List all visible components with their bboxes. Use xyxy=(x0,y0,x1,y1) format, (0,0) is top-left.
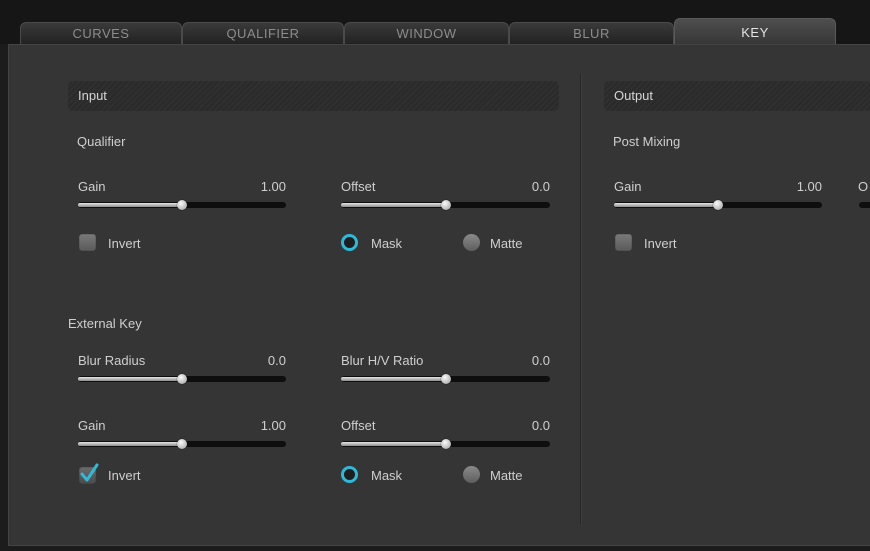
tab-bar: CURVES QUALIFIER WINDOW BLUR KEY xyxy=(0,0,870,45)
output-gain-value: 1.00 xyxy=(796,179,822,194)
slider-thumb[interactable] xyxy=(440,374,451,384)
qualifier-matte-radio[interactable] xyxy=(463,234,480,251)
slider-thumb[interactable] xyxy=(177,439,187,449)
external-invert-checkbox[interactable] xyxy=(79,463,99,484)
blur-radius-label: Blur Radius xyxy=(78,353,146,368)
output-gain-label: Gain xyxy=(614,179,642,194)
qualifier-offset-slider[interactable] xyxy=(341,199,550,211)
qualifier-invert-checkbox[interactable] xyxy=(79,234,96,251)
external-offset-label: Offset xyxy=(341,418,376,433)
qualifier-gain-value: 1.00 xyxy=(260,179,286,194)
slider-fill xyxy=(341,377,446,381)
qualifier-offset-value: 0.0 xyxy=(531,179,550,194)
output-gain-slider[interactable] xyxy=(614,199,822,211)
output-invert-label: Invert xyxy=(644,236,677,251)
external-key-title: External Key xyxy=(68,316,142,331)
blur-hv-ratio-label: Blur H/V Ratio xyxy=(341,353,424,368)
tab-blur[interactable]: BLUR xyxy=(509,22,674,44)
external-gain-value: 1.00 xyxy=(260,418,286,433)
slider-thumb[interactable] xyxy=(177,374,187,384)
output-offset-label-partial: O xyxy=(858,179,869,194)
qualifier-offset-label: Offset xyxy=(341,179,376,194)
tab-key[interactable]: KEY xyxy=(674,18,836,45)
output-invert-checkbox[interactable] xyxy=(615,234,632,251)
external-offset-value: 0.0 xyxy=(531,418,550,433)
post-mixing-title: Post Mixing xyxy=(613,134,681,149)
slider-track xyxy=(859,202,870,208)
external-mask-radio[interactable] xyxy=(341,466,358,483)
qualifier-gain-label: Gain xyxy=(78,179,106,194)
blur-hv-ratio-value: 0.0 xyxy=(531,353,550,368)
blur-radius-value: 0.0 xyxy=(267,353,286,368)
qualifier-gain-slider[interactable] xyxy=(78,199,286,211)
slider-thumb[interactable] xyxy=(440,439,451,449)
checkmark-icon xyxy=(80,463,99,482)
tab-curves[interactable]: CURVES xyxy=(20,22,182,44)
blur-hv-ratio-slider[interactable] xyxy=(341,373,550,385)
slider-fill xyxy=(341,442,446,446)
slider-thumb[interactable] xyxy=(713,200,723,210)
slider-fill xyxy=(78,377,182,381)
section-divider xyxy=(580,74,581,524)
qualifier-mask-label: Mask xyxy=(371,236,403,251)
slider-fill xyxy=(614,203,718,207)
qualifier-invert-label: Invert xyxy=(108,236,141,251)
slider-fill xyxy=(341,203,446,207)
external-matte-label: Matte xyxy=(490,468,523,483)
output-offset-slider-partial[interactable] xyxy=(859,199,870,211)
external-matte-radio[interactable] xyxy=(463,466,480,483)
qualifier-matte-label: Matte xyxy=(490,236,523,251)
slider-thumb[interactable] xyxy=(177,200,187,210)
slider-fill xyxy=(78,442,182,446)
tab-qualifier[interactable]: QUALIFIER xyxy=(182,22,344,44)
input-header: Input xyxy=(68,81,559,111)
output-header: Output xyxy=(604,81,870,111)
qualifier-title: Qualifier xyxy=(77,134,126,149)
external-offset-slider[interactable] xyxy=(341,438,550,450)
external-invert-label: Invert xyxy=(108,468,141,483)
slider-fill xyxy=(78,203,182,207)
tab-window[interactable]: WINDOW xyxy=(344,22,509,44)
qualifier-mask-radio[interactable] xyxy=(341,234,358,251)
slider-thumb[interactable] xyxy=(440,200,451,210)
external-gain-label: Gain xyxy=(78,418,106,433)
external-gain-slider[interactable] xyxy=(78,438,286,450)
external-mask-label: Mask xyxy=(371,468,403,483)
blur-radius-slider[interactable] xyxy=(78,373,286,385)
